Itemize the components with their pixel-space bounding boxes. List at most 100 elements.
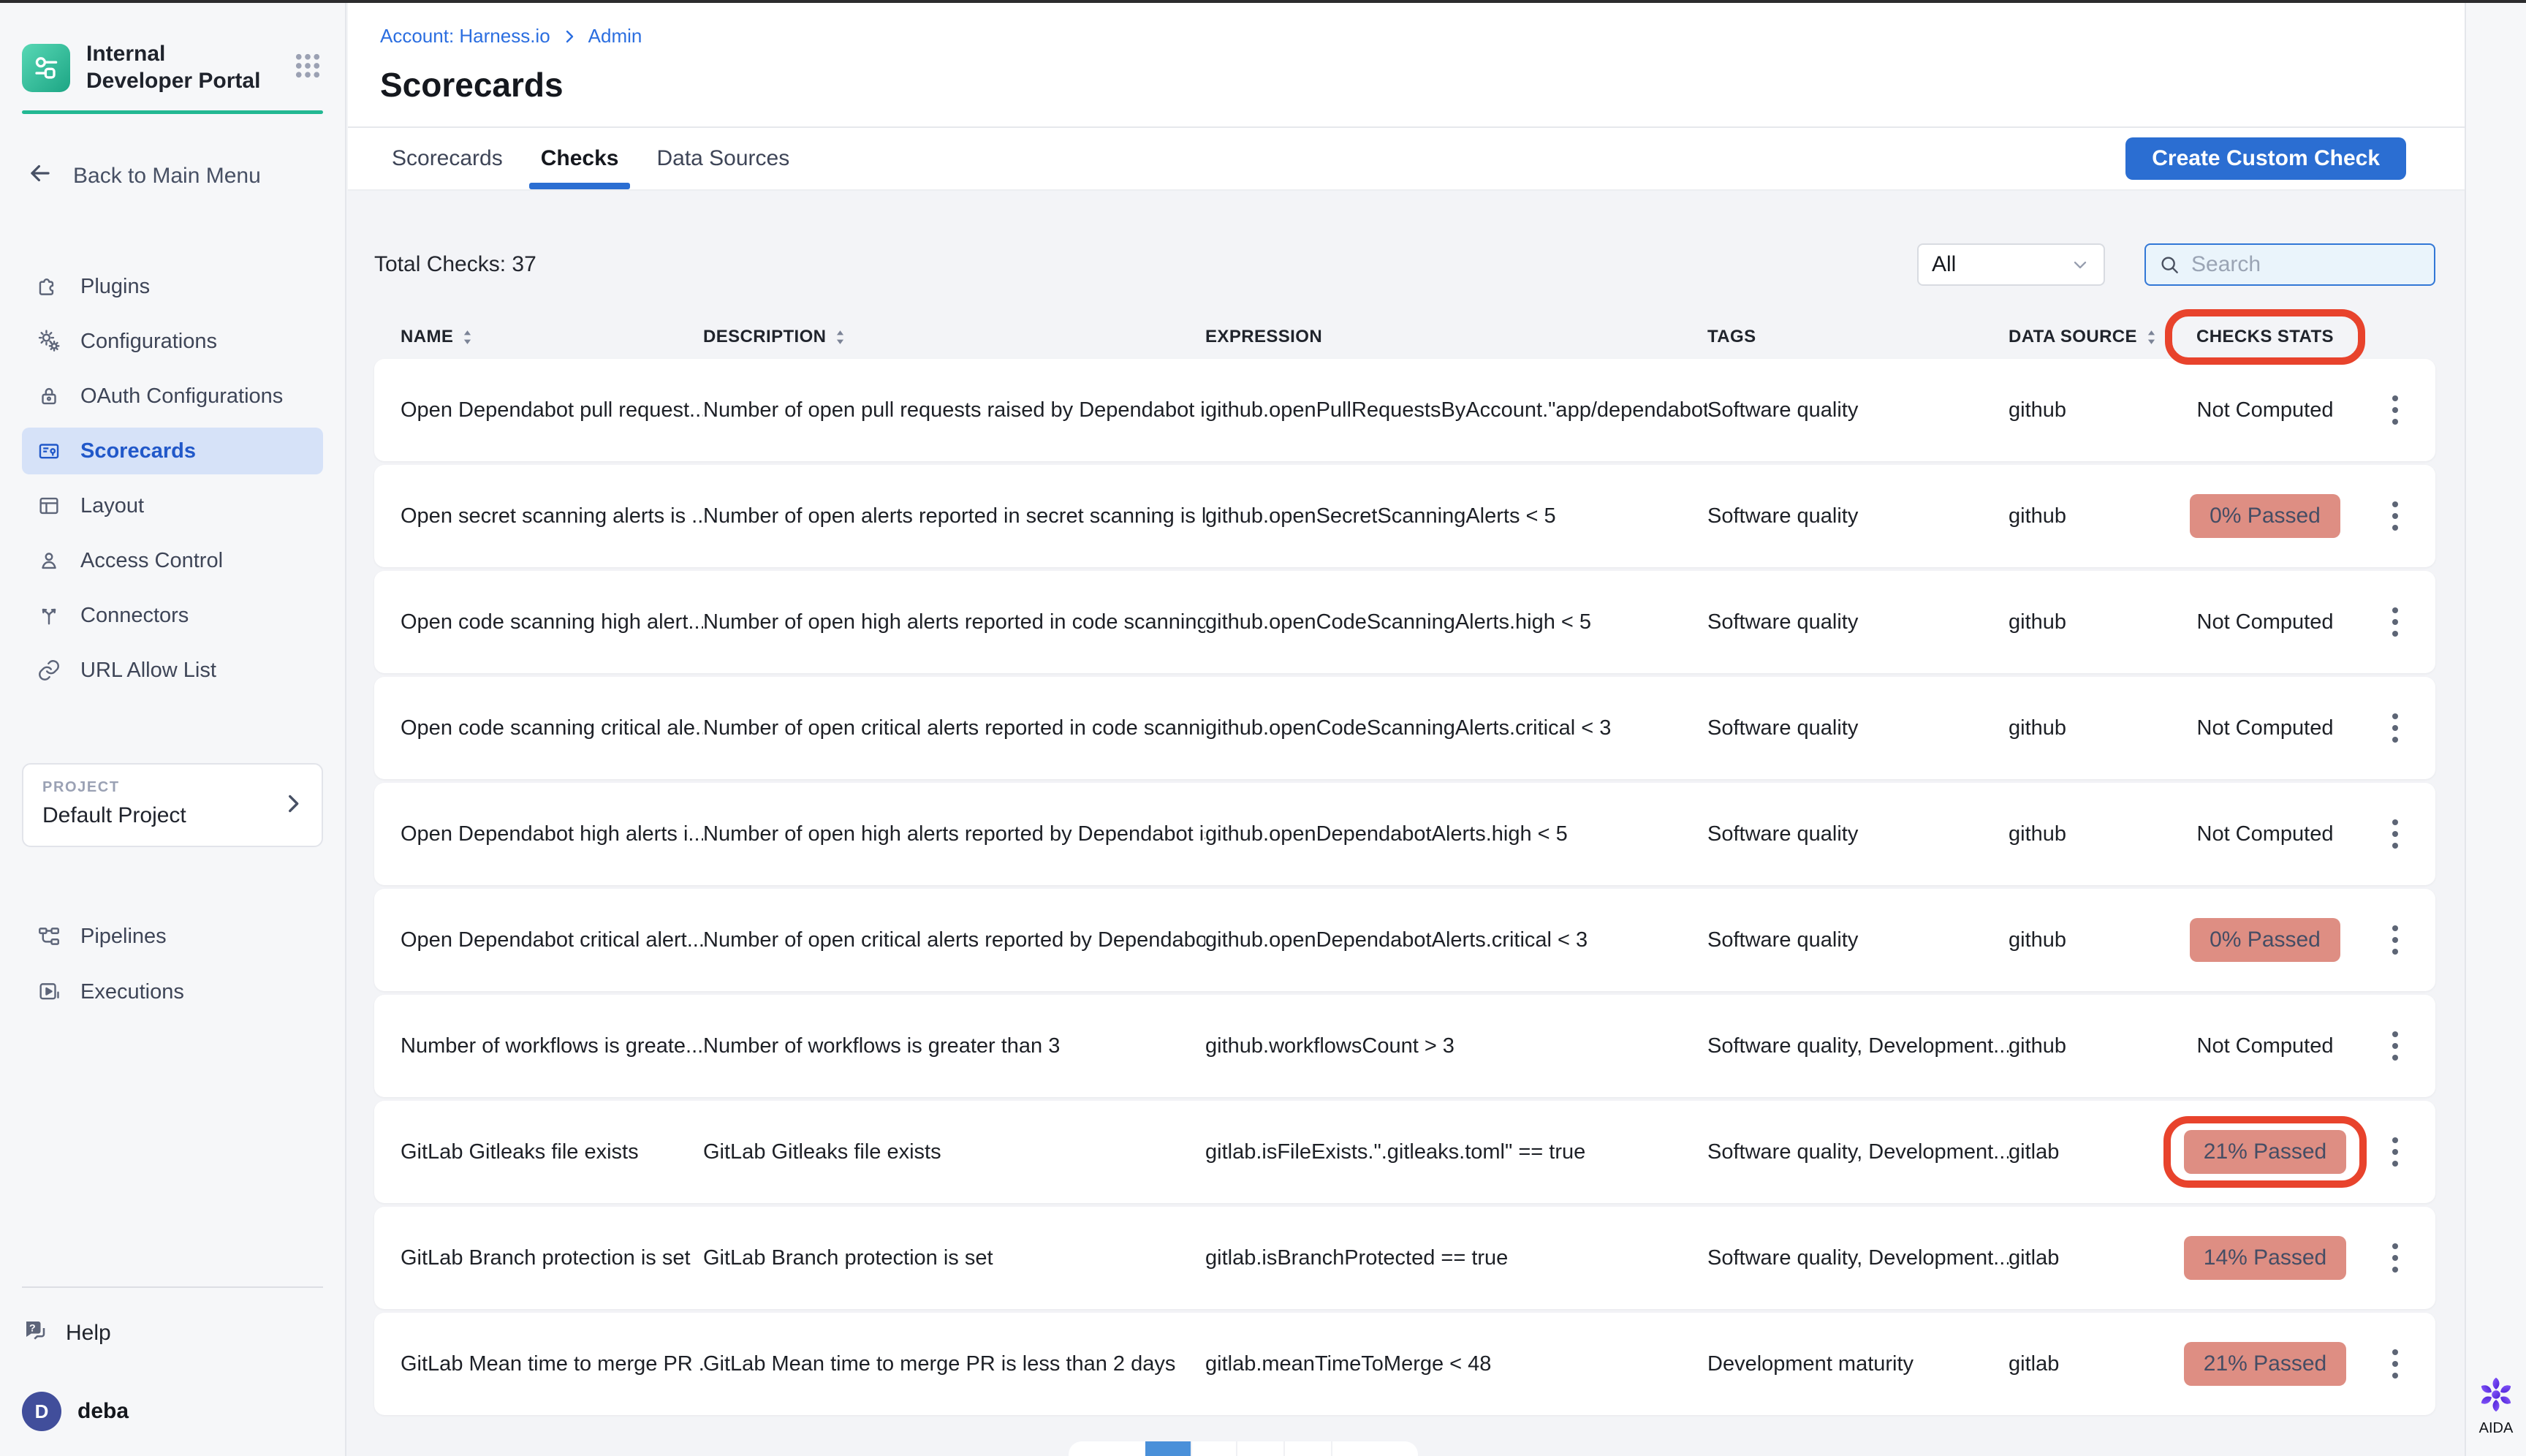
table-row[interactable]: Open Dependabot critical alert... Number… — [374, 889, 2435, 991]
pagination-cell[interactable] — [1331, 1441, 1418, 1456]
row-menu-button[interactable] — [2385, 494, 2405, 538]
check-data-source: gitlab — [2009, 1140, 2177, 1164]
check-data-source: github — [2009, 716, 2177, 740]
back-to-main-menu[interactable]: Back to Main Menu — [26, 159, 323, 193]
page-title: Scorecards — [380, 65, 2432, 126]
column-header-name[interactable]: NAME — [401, 327, 703, 347]
row-menu-button[interactable] — [2385, 1236, 2405, 1280]
create-custom-check-button[interactable]: Create Custom Check — [2125, 137, 2406, 180]
chevron-right-icon — [281, 791, 306, 819]
table-row[interactable]: Open code scanning critical ale... Numbe… — [374, 677, 2435, 779]
search-input[interactable] — [2191, 252, 2422, 277]
table-row[interactable]: Open Dependabot pull request... Number o… — [374, 359, 2435, 461]
row-menu-button[interactable] — [2385, 1024, 2405, 1068]
sidebar-item-configurations[interactable]: Configurations — [22, 318, 323, 365]
tab-scorecards[interactable]: Scorecards — [380, 128, 522, 189]
pagination-cell[interactable] — [1236, 1441, 1283, 1456]
row-menu-button[interactable] — [2385, 600, 2405, 644]
check-tags: Software quality, Development... — [1707, 1034, 2009, 1058]
sidebar-item-url-allow-list[interactable]: URL Allow List — [22, 647, 323, 694]
breadcrumb-account-link[interactable]: Account: Harness.io — [380, 25, 550, 48]
table-row[interactable]: Open code scanning high alert... Number … — [374, 571, 2435, 673]
sidebar-item-label: Configurations — [80, 330, 217, 354]
pagination-cell-active[interactable] — [1145, 1441, 1191, 1456]
sidebar-item-access-control[interactable]: Access Control — [22, 537, 323, 584]
check-expression: github.openDependabotAlerts.critical < 3 — [1205, 928, 1707, 952]
table-row[interactable]: Open Dependabot high alerts i... Number … — [374, 783, 2435, 885]
project-label: PROJECT — [42, 779, 303, 796]
module-grid-icon[interactable] — [292, 50, 323, 85]
aida-assistant-button[interactable]: AIDA — [2466, 1376, 2526, 1437]
tab-data-sources[interactable]: Data Sources — [637, 128, 808, 189]
row-menu-button[interactable] — [2385, 918, 2405, 962]
sidebar-item-connectors[interactable]: Connectors — [22, 592, 323, 639]
sidebar-item-pipelines[interactable]: Pipelines — [22, 913, 323, 960]
table-row[interactable]: GitLab Branch protection is set GitLab B… — [374, 1207, 2435, 1309]
person-icon — [35, 548, 63, 573]
sidebar-item-plugins[interactable]: Plugins — [22, 263, 323, 310]
check-description: GitLab Branch protection is set — [703, 1246, 1205, 1270]
table-row[interactable]: Open secret scanning alerts is ... Numbe… — [374, 465, 2435, 567]
check-expression: gitlab.meanTimeToMerge < 48 — [1205, 1352, 1707, 1376]
check-data-source: github — [2009, 504, 2177, 528]
pagination-cell[interactable] — [1283, 1441, 1331, 1456]
check-data-source: github — [2009, 822, 2177, 846]
pagination-cell[interactable] — [1191, 1441, 1236, 1456]
window-top-edge — [0, 0, 2526, 3]
lock-icon — [35, 384, 63, 409]
row-menu-button[interactable] — [2385, 1342, 2405, 1386]
help-button[interactable]: ? Help — [22, 1317, 323, 1349]
table-header-row: NAME DESCRIPTION EXPRESSION TAGS DATA SO… — [374, 327, 2435, 347]
check-description: Number of open pull requests raised by D… — [703, 398, 1205, 422]
column-header-tags[interactable]: TAGS — [1707, 327, 2009, 347]
check-description: Number of workflows is greater than 3 — [703, 1034, 1205, 1058]
check-description: Number of open high alerts reported in c… — [703, 610, 1205, 634]
back-label: Back to Main Menu — [73, 164, 261, 189]
check-tags: Software quality, Development... — [1707, 1246, 2009, 1270]
breadcrumb-admin-link[interactable]: Admin — [588, 25, 642, 48]
check-stats-badge: 0% Passed — [2177, 494, 2354, 538]
sidebar-item-executions[interactable]: Executions — [22, 968, 323, 1015]
project-name: Default Project — [42, 803, 303, 828]
table-row[interactable]: GitLab Gitleaks file exists GitLab Gitle… — [374, 1101, 2435, 1203]
user-name: deba — [77, 1399, 129, 1424]
check-expression: github.openSecretScanningAlerts < 5 — [1205, 504, 1707, 528]
row-menu-button[interactable] — [2385, 706, 2405, 750]
project-selector[interactable]: PROJECT Default Project — [22, 763, 323, 847]
data-source-filter-select[interactable]: All — [1917, 243, 2105, 286]
scorecard-icon — [35, 439, 63, 463]
tabs-bar: Scorecards Checks Data Sources Create Cu… — [348, 128, 2465, 191]
sidebar-item-oauth-configurations[interactable]: OAuth Configurations — [22, 373, 323, 420]
row-menu-button[interactable] — [2385, 812, 2405, 856]
row-menu-button[interactable] — [2385, 1130, 2405, 1174]
check-tags: Software quality — [1707, 504, 2009, 528]
user-menu[interactable]: D deba — [22, 1392, 323, 1431]
column-header-expression[interactable]: EXPRESSION — [1205, 327, 1707, 347]
row-menu-button[interactable] — [2385, 388, 2405, 432]
check-data-source: github — [2009, 398, 2177, 422]
sort-icon — [835, 328, 846, 346]
check-name: GitLab Branch protection is set — [401, 1246, 703, 1270]
check-expression: github.openPullRequestsByAccount."app/de… — [1205, 398, 1707, 422]
sidebar-item-label: OAuth Configurations — [80, 384, 283, 409]
layout-icon — [35, 493, 63, 518]
check-expression: gitlab.isBranchProtected == true — [1205, 1246, 1707, 1270]
check-tags: Software quality, Development... — [1707, 1140, 2009, 1164]
check-expression: github.openCodeScanningAlerts.critical <… — [1205, 716, 1707, 740]
tab-checks[interactable]: Checks — [522, 128, 638, 189]
column-header-checks-stats[interactable]: CHECKS STATS — [2177, 327, 2354, 347]
chevron-right-icon — [561, 28, 578, 45]
sidebar-item-layout[interactable]: Layout — [22, 482, 323, 529]
aida-label: AIDA — [2466, 1420, 2526, 1437]
check-data-source: gitlab — [2009, 1352, 2177, 1376]
sidebar-item-scorecards[interactable]: Scorecards — [22, 428, 323, 474]
column-header-data-source[interactable]: DATA SOURCE — [2009, 327, 2177, 347]
check-description: Number of open high alerts reported by D… — [703, 822, 1205, 846]
column-header-description[interactable]: DESCRIPTION — [703, 327, 1205, 347]
pagination-cell[interactable] — [1069, 1441, 1145, 1456]
project-menu: Pipelines Executions — [22, 913, 323, 1015]
table-row[interactable]: GitLab Mean time to merge PR ... GitLab … — [374, 1313, 2435, 1415]
sidebar-bottom: ? Help D deba — [22, 1286, 323, 1431]
table-row[interactable]: Number of workflows is greate... Number … — [374, 995, 2435, 1097]
check-name: GitLab Mean time to merge PR ... — [401, 1352, 703, 1376]
